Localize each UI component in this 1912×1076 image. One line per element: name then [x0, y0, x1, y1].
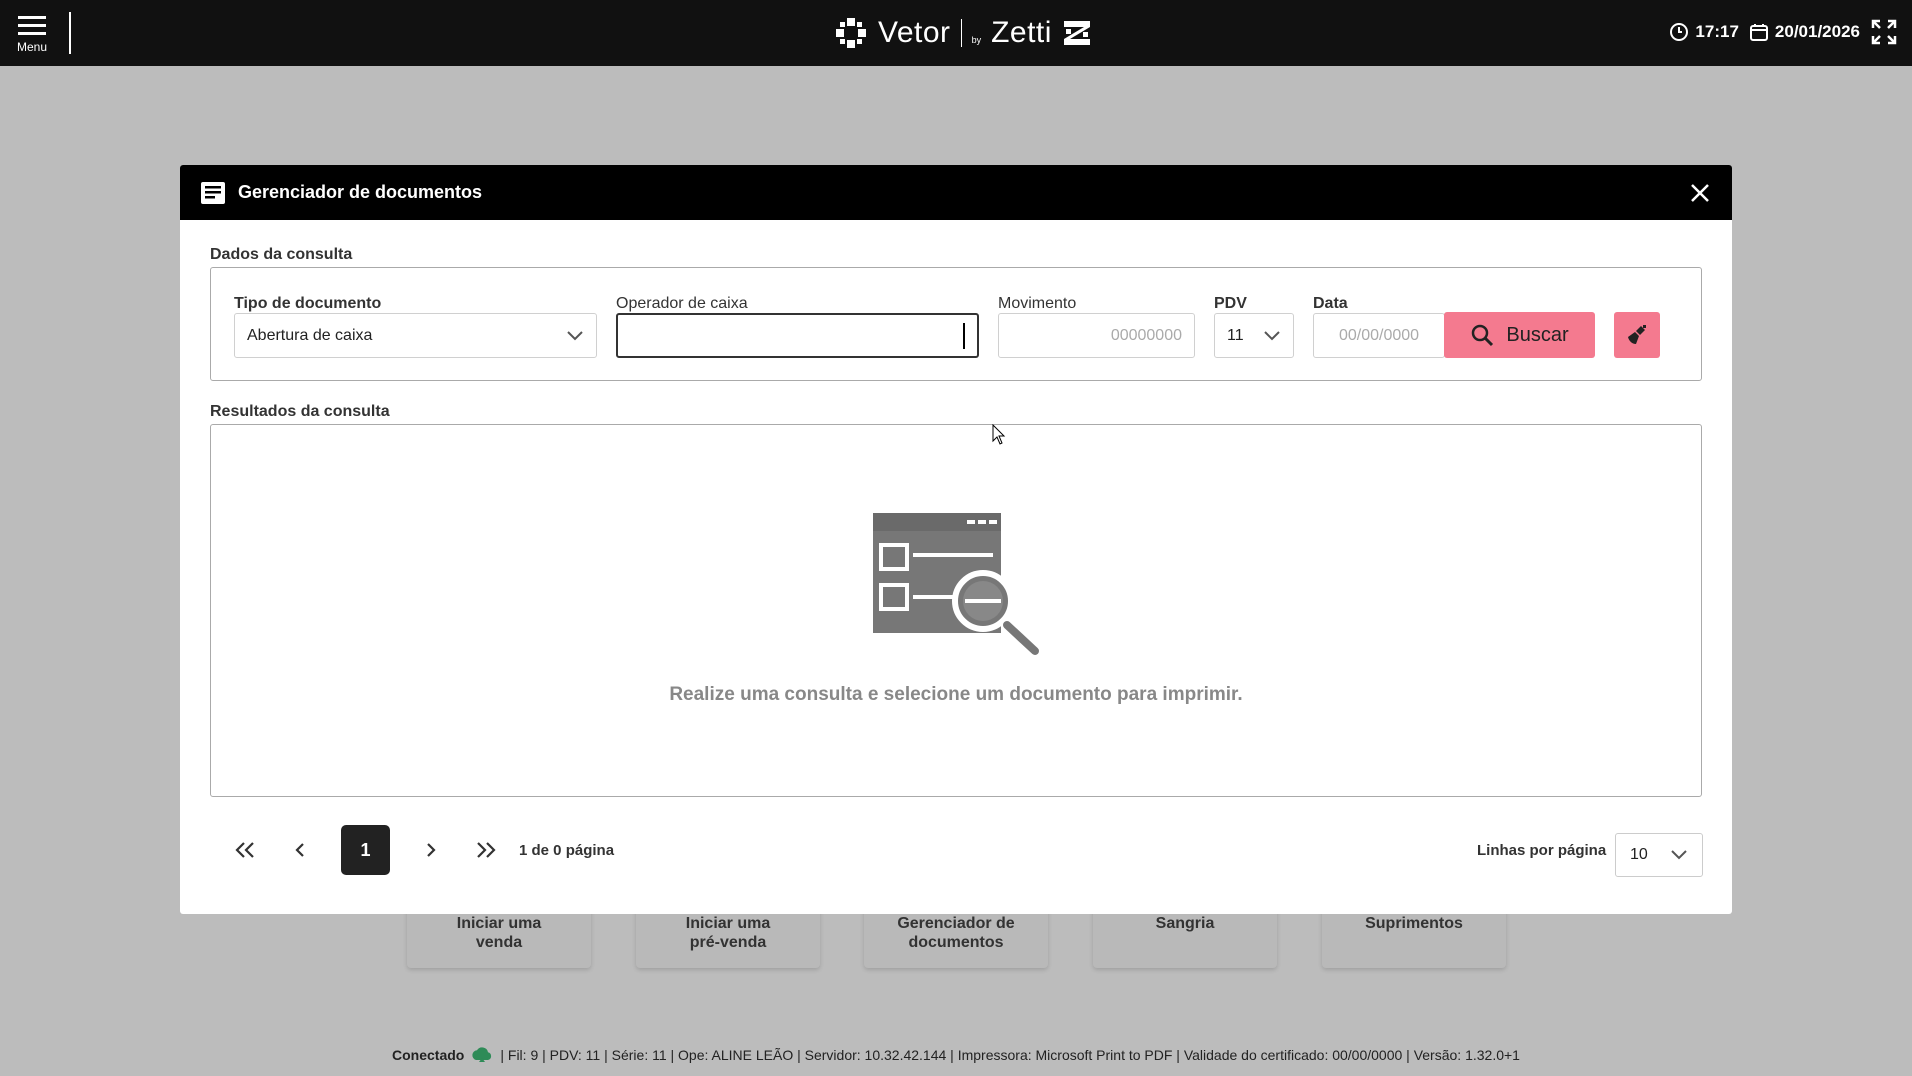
rows-per-page-value: 10: [1630, 846, 1648, 863]
broom-icon: [1628, 325, 1646, 344]
search-button[interactable]: Buscar: [1444, 312, 1595, 358]
query-form: Tipo de documento Abertura de caixa Oper…: [210, 267, 1702, 381]
status-bar: Conectado | Fil: 9 | PDV: 11 | Série: 11…: [0, 1046, 1912, 1064]
cloud-icon: [472, 1047, 492, 1062]
date-display: 20/01/2026: [1749, 22, 1860, 42]
status-details: | Fil: 9 | PDV: 11 | Série: 11 | Ope: AL…: [500, 1047, 1520, 1063]
text-cursor: [963, 323, 965, 349]
chevron-down-icon: [567, 330, 583, 340]
empty-search-illustration: [873, 513, 1039, 655]
tile-label-line2: venda: [475, 934, 523, 951]
close-icon[interactable]: [1688, 181, 1712, 205]
next-page-button[interactable]: [416, 835, 446, 865]
first-page-button[interactable]: [230, 835, 260, 865]
movimento-input[interactable]: 00000000: [998, 313, 1195, 358]
top-bar: Menu Vetor by Zetti 17:17 20/01/2026: [0, 0, 1912, 66]
pdv-value: 11: [1227, 326, 1244, 344]
tile-label-line1: Sangria: [1155, 915, 1215, 932]
document-manager-dialog: Gerenciador de documentos Dados da consu…: [180, 165, 1732, 914]
time-text: 17:17: [1695, 22, 1739, 41]
brand-by: by: [971, 35, 982, 45]
search-icon: [1472, 324, 1494, 347]
document-icon: [201, 181, 225, 204]
tipo-documento-label: Tipo de documento: [234, 295, 382, 312]
clock-icon: [1670, 23, 1689, 41]
dialog-header: Gerenciador de documentos: [180, 165, 1732, 220]
time-display: 17:17: [1669, 22, 1739, 42]
brand-zetti: Zetti: [991, 16, 1052, 49]
data-label: Data: [1313, 295, 1348, 312]
dialog-title: Gerenciador de documentos: [238, 182, 483, 202]
prev-page-button[interactable]: [285, 835, 315, 865]
operador-caixa-label: Operador de caixa: [616, 295, 748, 312]
zetti-logo-icon: [1063, 21, 1090, 45]
calendar-icon: [1749, 24, 1768, 41]
tile-label-line2: documentos: [908, 934, 1004, 951]
empty-results-message: Realize uma consulta e selecione um docu…: [669, 684, 1243, 705]
tile-label-line1: Iniciar uma: [685, 915, 771, 932]
tile-label-line1: Gerenciador de: [897, 915, 1015, 932]
results-section-title: Resultados da consulta: [210, 403, 390, 420]
page-info: 1 de 0 página: [519, 841, 615, 859]
last-page-button[interactable]: [471, 835, 501, 865]
current-page-button[interactable]: 1: [341, 825, 390, 875]
tile-label-line1: Iniciar uma: [456, 915, 542, 932]
next-page-icon: [427, 843, 436, 857]
brand-divider: [960, 19, 962, 47]
app-logo: Vetor by Zetti: [834, 15, 1092, 51]
movimento-placeholder: 00000000: [1110, 326, 1182, 344]
menu-button[interactable]: Menu: [10, 12, 54, 56]
menu-label: Menu: [16, 40, 48, 54]
tile-label-line1: Suprimentos: [1365, 915, 1463, 932]
connection-status: Conectado: [392, 1047, 465, 1063]
brand-vetor: Vetor: [878, 16, 951, 49]
pagination: 1 1 de 0 página: [230, 825, 614, 875]
vetor-logo-icon: [836, 18, 866, 48]
last-page-icon: [477, 842, 496, 858]
data-input[interactable]: 00/00/0000: [1313, 313, 1445, 358]
menu-icon: [18, 16, 46, 35]
chevron-down-icon: [1671, 850, 1687, 860]
first-page-icon: [235, 842, 254, 858]
menu-separator: [69, 12, 71, 54]
topbar-status: 17:17 20/01/2026: [1669, 18, 1898, 46]
tipo-documento-select[interactable]: Abertura de caixa: [234, 313, 597, 358]
tile-label-line2: pré-venda: [689, 934, 767, 951]
pdv-select[interactable]: 11: [1214, 313, 1294, 358]
mouse-cursor: [992, 424, 1006, 445]
data-placeholder: 00/00/0000: [1338, 326, 1420, 344]
rows-per-page-label: Linhas por página: [1477, 842, 1607, 859]
chevron-down-icon: [1264, 330, 1280, 340]
clear-filters-button[interactable]: [1614, 312, 1660, 358]
results-panel: Realize uma consulta e selecione um docu…: [210, 424, 1702, 797]
tipo-documento-value: Abertura de caixa: [247, 326, 373, 344]
query-section-title: Dados da consulta: [210, 246, 353, 263]
prev-page-icon: [295, 843, 304, 857]
date-text: 20/01/2026: [1774, 22, 1860, 41]
rows-per-page-select[interactable]: 10: [1615, 833, 1703, 877]
operador-caixa-input[interactable]: [616, 313, 979, 358]
fullscreen-icon[interactable]: [1870, 18, 1898, 46]
pdv-label: PDV: [1214, 295, 1247, 312]
search-button-label: Buscar: [1506, 323, 1569, 346]
movimento-label: Movimento: [998, 295, 1077, 312]
